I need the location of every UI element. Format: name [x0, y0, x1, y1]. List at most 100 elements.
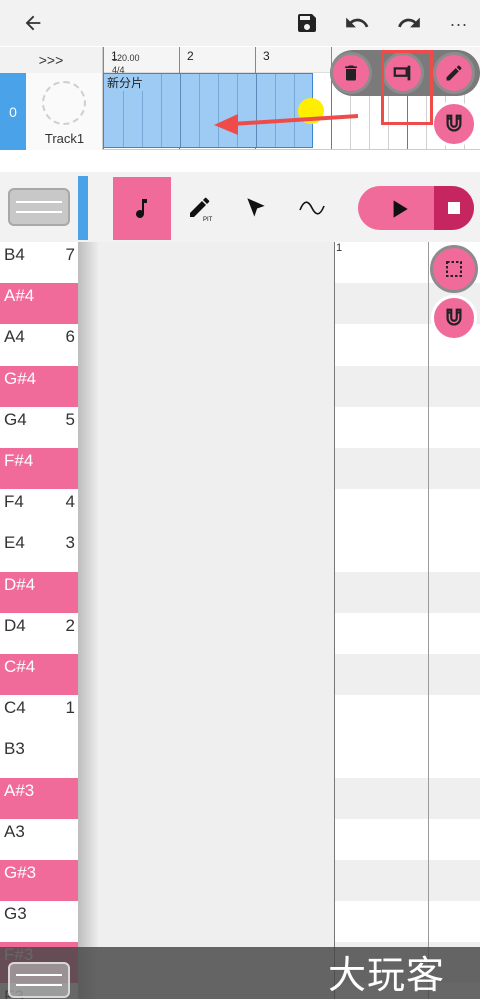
keyboard-line — [16, 211, 62, 213]
beat-line — [428, 242, 429, 999]
grid-row-black — [335, 777, 480, 819]
select-region-button[interactable] — [430, 245, 478, 293]
piano-key-label: A3 — [4, 821, 25, 841]
piano-key[interactable]: A4 6 — [0, 324, 78, 365]
pitch-pen-label: PIT — [203, 217, 213, 223]
grid-row-black — [335, 365, 480, 407]
clip-grid-line — [199, 74, 200, 147]
arrow-left-icon — [25, 15, 41, 31]
ruler-tick — [255, 47, 256, 73]
tempo-value: 120.00 — [112, 53, 140, 63]
ruler-number: 3 — [263, 49, 270, 63]
piano-key-label: G4 — [4, 409, 27, 429]
play-button[interactable] — [386, 196, 412, 222]
expand-tracks-button[interactable]: >>> — [0, 47, 103, 73]
piano-key[interactable]: F4 4 — [0, 489, 78, 530]
pencil-icon: PIT — [190, 197, 213, 223]
stop-icon — [448, 202, 460, 214]
piano-key-label: G3 — [4, 904, 27, 924]
more-menu-button[interactable]: ... — [450, 10, 468, 31]
piano-key-label: E4 — [4, 533, 25, 553]
piano-key-label: B4 — [4, 245, 25, 264]
piano-key-label: F#4 — [4, 451, 34, 470]
piano-key-label: G#3 — [4, 863, 37, 882]
piano-key[interactable]: G#4 — [0, 365, 78, 407]
piano-keyboard-toggle[interactable] — [8, 188, 70, 226]
piano-key-label: D4 — [4, 615, 26, 635]
keyboard-line — [16, 974, 62, 976]
piano-key[interactable]: G3 — [0, 901, 78, 942]
piano-key[interactable]: C4 1 — [0, 695, 78, 736]
piano-key-label: A#4 — [4, 286, 35, 306]
redo-button[interactable] — [394, 8, 424, 38]
piano-key[interactable]: C#4 — [0, 654, 78, 695]
note-grid-empty[interactable] — [98, 242, 334, 999]
grid-row-black — [335, 448, 480, 489]
ruler-tick — [103, 47, 104, 73]
piano-key-label: C4 — [4, 698, 26, 718]
piano-key[interactable]: B3 — [0, 736, 78, 777]
time-signature: 4/4 — [112, 65, 125, 75]
piano-keyboard: B4 7 A#4 A4 6 G#4 G4 5 F#4 F4 4 E4 3 D#4 D4 2 C#4 C4 1 B3 A#… — [0, 242, 78, 999]
piano-key[interactable]: A#4 — [0, 283, 78, 325]
curve-tool-button[interactable] — [294, 190, 330, 226]
delete-clip-button[interactable] — [330, 52, 372, 94]
edit-clip-button[interactable] — [433, 52, 475, 94]
highlight-box — [381, 50, 433, 125]
piano-divider — [78, 242, 98, 999]
save-icon — [298, 14, 316, 32]
music-note-icon — [136, 198, 147, 218]
track-index: 0 — [0, 73, 26, 150]
ruler-number: 2 — [187, 49, 194, 63]
undo-icon — [346, 17, 369, 28]
clip-grid-line — [180, 74, 181, 147]
piano-key-number: 2 — [65, 615, 75, 635]
grid-row-black — [335, 571, 480, 613]
piano-key[interactable]: E4 3 — [0, 530, 78, 571]
track-avatar[interactable] — [42, 81, 86, 125]
piano-key[interactable]: A#3 — [0, 777, 78, 819]
undo-button[interactable] — [342, 8, 372, 38]
note-grid[interactable] — [334, 242, 480, 999]
note-tool-button[interactable] — [113, 177, 171, 240]
redo-icon — [398, 17, 420, 28]
piano-key-label: A4 — [4, 327, 25, 347]
stop-button[interactable] — [434, 186, 474, 230]
piano-key[interactable]: F#4 — [0, 448, 78, 489]
piano-key[interactable]: A3 — [0, 819, 78, 860]
play-icon — [393, 200, 408, 218]
piano-key[interactable]: D#4 — [0, 571, 78, 613]
select-tool-button[interactable] — [238, 190, 274, 226]
piano-key[interactable]: B4 7 — [0, 242, 78, 283]
bottom-keyboard-button[interactable] — [8, 962, 70, 998]
piano-key-label: A#3 — [4, 780, 35, 800]
back-button[interactable] — [18, 8, 48, 38]
snap-toggle-button[interactable] — [431, 101, 477, 147]
piano-key-label: B3 — [4, 739, 25, 759]
clip-grid-line — [161, 74, 162, 147]
transport-controls — [358, 186, 474, 230]
pitch-pen-tool-button[interactable]: PIT — [182, 190, 218, 226]
piano-key-number: 3 — [65, 533, 75, 553]
trash-icon — [345, 65, 357, 81]
piano-key-number: 4 — [65, 492, 75, 512]
piano-key[interactable]: G#3 — [0, 860, 78, 901]
piano-key-number: 6 — [65, 327, 75, 347]
piano-key-label: G#4 — [4, 368, 37, 388]
tempo-marker: 120.00 4/4 — [112, 52, 140, 76]
wave-curve-icon — [299, 201, 325, 215]
grid-bar-number: 1 — [336, 242, 343, 254]
piano-key[interactable]: G4 5 — [0, 407, 78, 448]
keyboard-line — [16, 201, 62, 203]
save-button[interactable] — [292, 8, 322, 38]
selection-box-icon — [446, 261, 462, 277]
piano-key-label: D#4 — [4, 574, 36, 594]
keyboard-line — [16, 984, 62, 986]
piano-key[interactable]: D4 2 — [0, 613, 78, 654]
pencil-icon — [446, 65, 462, 81]
track-name: Track1 — [44, 131, 85, 146]
track-header[interactable]: 0 Track1 — [0, 73, 103, 150]
cursor-arrow-icon — [247, 198, 265, 217]
note-snap-toggle-button[interactable] — [431, 295, 477, 341]
piano-key-label: C#4 — [4, 657, 36, 676]
